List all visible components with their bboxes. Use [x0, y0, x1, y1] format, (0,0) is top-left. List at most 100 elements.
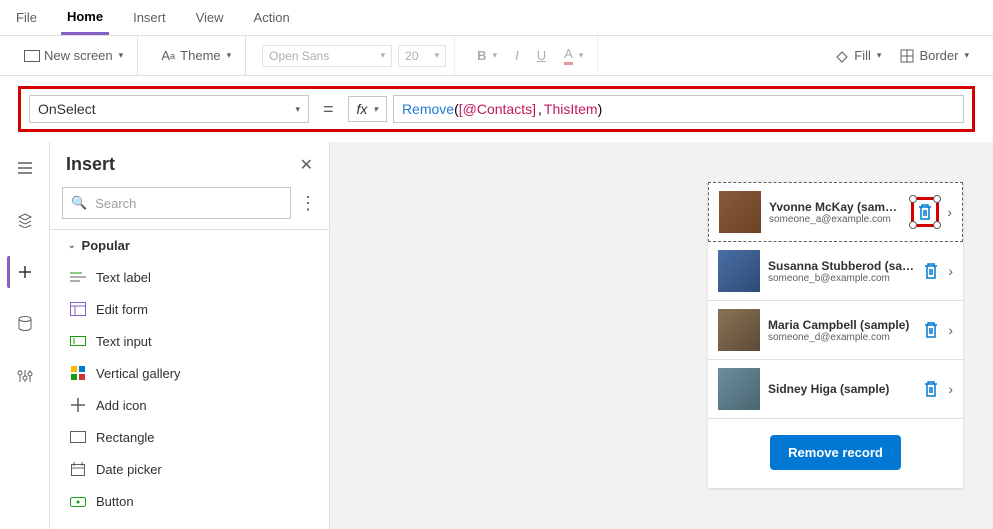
fill-button[interactable]: Fill ▾ — [828, 44, 887, 68]
chevron-down-icon: ⌄ — [68, 240, 76, 251]
insert-item-date-picker[interactable]: Date picker — [50, 453, 329, 485]
formula-bar: OnSelect ▾ = fx ▾ Remove( [@Contacts], T… — [0, 76, 993, 142]
formula-token-close: ) — [598, 101, 603, 117]
fill-label: Fill — [854, 48, 871, 63]
more-icon[interactable]: ⋮ — [299, 193, 317, 214]
theme-label: Theme — [180, 48, 220, 63]
remove-record-button[interactable]: Remove record — [770, 435, 901, 470]
contact-email: someone_b@example.com — [768, 273, 914, 284]
formula-token-entity: [@Contacts] — [459, 101, 536, 117]
search-placeholder: Search — [95, 196, 136, 211]
menu-view[interactable]: View — [190, 2, 230, 33]
chevron-down-icon: ▾ — [579, 50, 584, 61]
theme-button[interactable]: Aa Theme ▾ — [154, 44, 237, 68]
screen-icon — [24, 48, 40, 64]
formula-token-func: Remove — [402, 101, 454, 117]
avatar — [719, 191, 761, 233]
gallery-icon — [70, 365, 86, 381]
input-icon — [70, 333, 86, 349]
contact-name: Susanna Stubberod (sample) — [768, 259, 914, 273]
font-size-select[interactable]: 20 ▾ — [398, 45, 446, 67]
close-icon[interactable]: ✕ — [300, 155, 313, 175]
underline-button[interactable]: U — [531, 44, 552, 67]
item-label: Edit form — [96, 302, 148, 317]
chevron-right-icon[interactable]: › — [948, 381, 953, 397]
menu-file[interactable]: File — [10, 2, 43, 33]
border-label: Border — [919, 48, 958, 63]
contact-row[interactable]: Yvonne McKay (sample) someone_a@example.… — [708, 182, 963, 242]
item-label: Text input — [96, 334, 152, 349]
section-popular[interactable]: ⌄ Popular — [50, 229, 329, 261]
fill-icon — [834, 48, 850, 64]
chevron-down-icon: ▾ — [227, 50, 232, 61]
item-label: Text label — [96, 270, 151, 285]
section-label: Popular — [82, 238, 130, 253]
trash-icon[interactable] — [922, 261, 940, 281]
menu-insert[interactable]: Insert — [127, 2, 172, 33]
font-size-value: 20 — [405, 49, 418, 63]
insert-item-vertical-gallery[interactable]: Vertical gallery — [50, 357, 329, 389]
insert-item-text-input[interactable]: Text input — [50, 325, 329, 357]
border-icon — [899, 48, 915, 64]
delete-icon-selected[interactable] — [911, 197, 939, 227]
search-icon: 🔍 — [71, 195, 87, 211]
trash-icon[interactable] — [922, 379, 940, 399]
insert-panel: Insert ✕ 🔍 Search ⋮ ⌄ Popular Text label… — [50, 142, 330, 529]
plus-icon — [70, 397, 86, 413]
bold-button[interactable]: B▾ — [471, 44, 503, 67]
insert-search-input[interactable]: 🔍 Search — [62, 187, 291, 219]
rail-tree-icon[interactable] — [9, 152, 41, 184]
rail-settings-icon[interactable] — [9, 360, 41, 392]
insert-title: Insert — [66, 154, 115, 175]
chevron-down-icon: ▾ — [373, 104, 378, 115]
insert-item-rectangle[interactable]: Rectangle — [50, 421, 329, 453]
formula-token-comma: , — [538, 101, 542, 117]
chevron-down-icon: ▾ — [295, 104, 300, 115]
insert-item-button[interactable]: Button — [50, 485, 329, 517]
chevron-right-icon[interactable]: › — [947, 204, 952, 220]
font-value: Open Sans — [269, 49, 329, 63]
contact-email: someone_a@example.com — [769, 214, 903, 225]
contact-name: Maria Campbell (sample) — [768, 318, 914, 332]
trash-icon[interactable] — [922, 320, 940, 340]
font-color-button[interactable]: A▾ — [558, 42, 589, 69]
insert-item-add-icon[interactable]: Add icon — [50, 389, 329, 421]
insert-item-text-label[interactable]: Text label — [50, 261, 329, 293]
border-button[interactable]: Border ▾ — [893, 44, 975, 68]
item-label: Vertical gallery — [96, 366, 181, 381]
rail-data-icon[interactable] — [9, 308, 41, 340]
chevron-right-icon[interactable]: › — [948, 322, 953, 338]
chevron-down-icon: ▾ — [877, 50, 882, 61]
font-select[interactable]: Open Sans ▾ — [262, 45, 392, 67]
insert-item-edit-form[interactable]: Edit form — [50, 293, 329, 325]
text-icon — [70, 269, 86, 285]
contact-row[interactable]: Maria Campbell (sample) someone_d@exampl… — [708, 301, 963, 360]
chevron-down-icon: ▾ — [493, 50, 498, 61]
button-icon — [70, 493, 86, 509]
contact-row[interactable]: Susanna Stubberod (sample) someone_b@exa… — [708, 242, 963, 301]
new-screen-button[interactable]: New screen ▾ — [18, 44, 129, 68]
equals-sign: = — [319, 99, 338, 120]
menu-home[interactable]: Home — [61, 1, 109, 35]
italic-button[interactable]: I — [509, 44, 525, 67]
rail-layers-icon[interactable] — [9, 204, 41, 236]
item-label: Rectangle — [96, 430, 155, 445]
left-rail — [0, 142, 50, 529]
canvas[interactable]: Yvonne McKay (sample) someone_a@example.… — [330, 142, 993, 529]
date-icon — [70, 461, 86, 477]
fx-button[interactable]: fx ▾ — [348, 96, 387, 122]
item-label: Date picker — [96, 462, 162, 477]
property-select[interactable]: OnSelect ▾ — [29, 95, 309, 123]
new-screen-label: New screen — [44, 48, 113, 63]
avatar — [718, 368, 760, 410]
menu-action[interactable]: Action — [248, 2, 296, 33]
contact-row[interactable]: Sidney Higa (sample) › — [708, 360, 963, 419]
chevron-right-icon[interactable]: › — [948, 263, 953, 279]
contact-email: someone_d@example.com — [768, 332, 914, 343]
formula-input[interactable]: Remove( [@Contacts], ThisItem ) — [393, 95, 964, 123]
rail-insert-icon[interactable] — [7, 256, 39, 288]
main-area: Insert ✕ 🔍 Search ⋮ ⌄ Popular Text label… — [0, 142, 993, 529]
chevron-down-icon: ▾ — [964, 50, 969, 61]
property-value: OnSelect — [38, 101, 96, 117]
chevron-down-icon: ▾ — [119, 50, 124, 61]
